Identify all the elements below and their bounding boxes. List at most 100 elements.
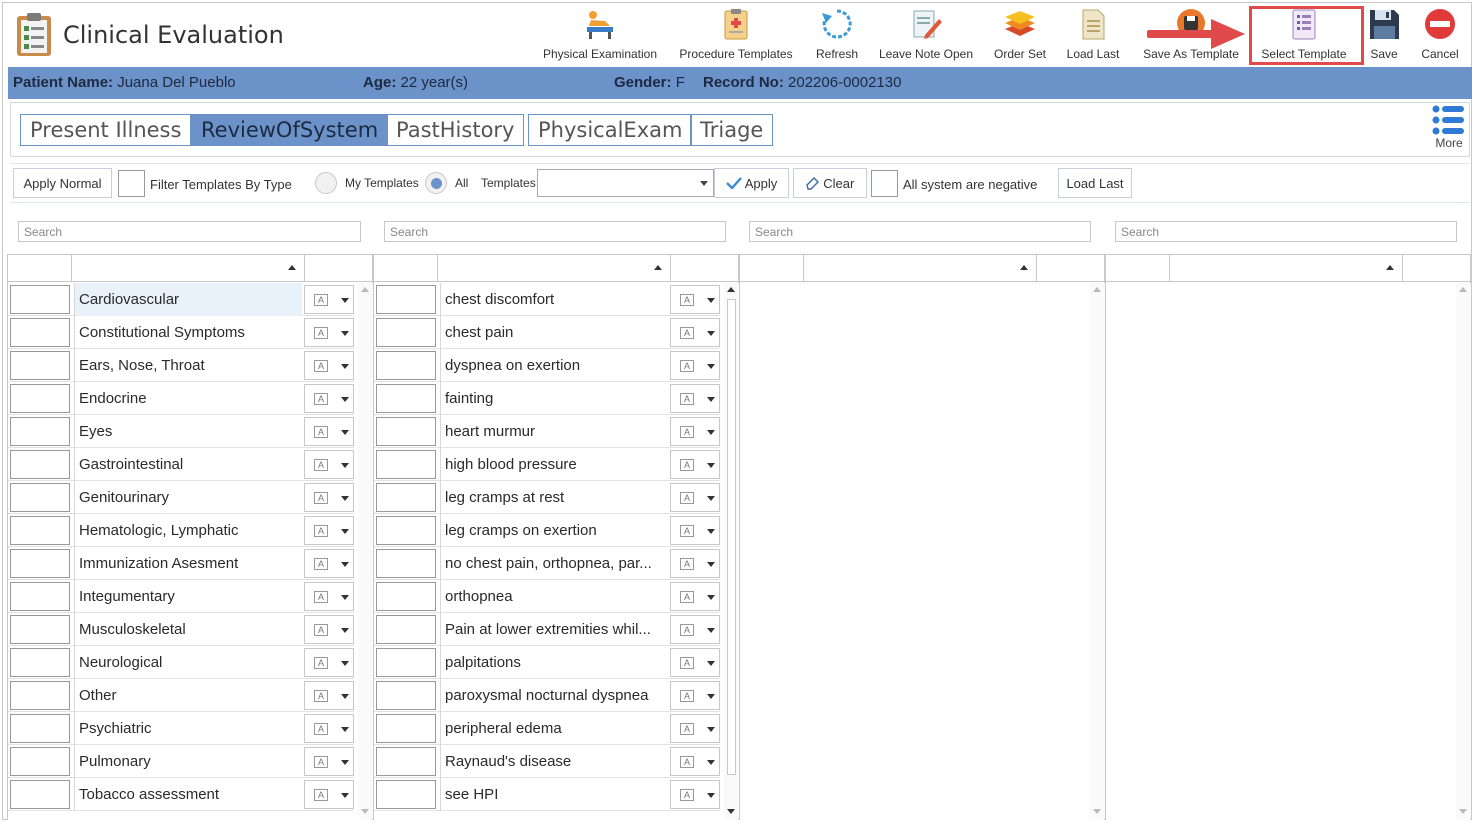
- apply-normal-button[interactable]: Apply Normal: [13, 168, 112, 198]
- chevron-down-icon[interactable]: [707, 793, 715, 798]
- row-checkbox[interactable]: [10, 549, 70, 578]
- row-text-dropdown[interactable]: A: [304, 582, 354, 611]
- table-row[interactable]: palpitations A: [374, 646, 720, 679]
- row-text-dropdown[interactable]: A: [304, 351, 354, 380]
- row-checkbox[interactable]: [376, 483, 436, 512]
- row-text-dropdown[interactable]: A: [304, 780, 354, 809]
- row-text-dropdown[interactable]: A: [670, 417, 720, 446]
- chevron-down-icon[interactable]: [707, 463, 715, 468]
- leave-note-open-button[interactable]: Leave Note Open: [875, 7, 977, 63]
- table-row[interactable]: heart murmur A: [374, 415, 720, 448]
- row-label[interactable]: Other: [74, 679, 302, 712]
- procedure-templates-button[interactable]: Procedure Templates: [677, 7, 795, 63]
- chevron-down-icon[interactable]: [341, 298, 349, 303]
- chevron-down-icon[interactable]: [341, 694, 349, 699]
- row-text-dropdown[interactable]: A: [304, 681, 354, 710]
- row-label[interactable]: no chest pain, orthopnea, par...: [440, 547, 668, 580]
- row-checkbox[interactable]: [10, 681, 70, 710]
- row-text-dropdown[interactable]: A: [304, 483, 354, 512]
- chevron-down-icon[interactable]: [341, 727, 349, 732]
- row-label[interactable]: Pain at lower extremities whil...: [440, 613, 668, 646]
- row-text-dropdown[interactable]: A: [304, 648, 354, 677]
- row-checkbox[interactable]: [376, 582, 436, 611]
- chevron-down-icon[interactable]: [341, 562, 349, 567]
- table-row[interactable]: orthopnea A: [374, 580, 720, 613]
- chevron-down-icon[interactable]: [707, 364, 715, 369]
- row-checkbox[interactable]: [376, 615, 436, 644]
- chevron-down-icon[interactable]: [341, 331, 349, 336]
- scroll-down-icon[interactable]: [1459, 809, 1467, 814]
- details-scrollbar[interactable]: [1090, 283, 1105, 819]
- table-row[interactable]: chest discomfort A: [374, 283, 720, 316]
- systems-scrollbar[interactable]: [358, 283, 373, 819]
- cancel-button[interactable]: Cancel: [1415, 7, 1465, 63]
- chevron-down-icon[interactable]: [341, 430, 349, 435]
- all-templates-radio[interactable]: [425, 172, 447, 194]
- table-row[interactable]: Genitourinary A: [8, 481, 354, 514]
- table-row[interactable]: Neurological A: [8, 646, 354, 679]
- row-checkbox[interactable]: [376, 384, 436, 413]
- symptoms-scrollbar[interactable]: [724, 283, 739, 819]
- row-label[interactable]: fainting: [440, 382, 668, 415]
- apply-button[interactable]: Apply: [714, 168, 789, 198]
- physical-examination-button[interactable]: Physical Examination: [541, 7, 659, 63]
- row-checkbox[interactable]: [376, 285, 436, 314]
- scroll-up-icon[interactable]: [1459, 287, 1467, 292]
- save-button[interactable]: Save: [1365, 7, 1403, 63]
- row-label[interactable]: peripheral edema: [440, 712, 668, 745]
- notes-scrollbar[interactable]: [1456, 283, 1471, 819]
- chevron-down-icon[interactable]: [341, 364, 349, 369]
- row-text-dropdown[interactable]: A: [304, 549, 354, 578]
- row-label[interactable]: palpitations: [440, 646, 668, 679]
- table-row[interactable]: Hematologic, Lymphatic A: [8, 514, 354, 547]
- chevron-down-icon[interactable]: [707, 628, 715, 633]
- table-row[interactable]: chest pain A: [374, 316, 720, 349]
- chevron-down-icon[interactable]: [707, 529, 715, 534]
- row-checkbox[interactable]: [376, 450, 436, 479]
- table-row[interactable]: peripheral edema A: [374, 712, 720, 745]
- row-checkbox[interactable]: [376, 351, 436, 380]
- row-label[interactable]: Musculoskeletal: [74, 613, 302, 646]
- table-row[interactable]: Integumentary A: [8, 580, 354, 613]
- chevron-down-icon[interactable]: [341, 496, 349, 501]
- tab-triage[interactable]: Triage: [690, 114, 774, 146]
- row-checkbox[interactable]: [376, 318, 436, 347]
- row-text-dropdown[interactable]: A: [304, 450, 354, 479]
- scroll-down-icon[interactable]: [1093, 809, 1101, 814]
- scroll-up-icon[interactable]: [361, 287, 369, 292]
- chevron-down-icon[interactable]: [341, 661, 349, 666]
- row-text-dropdown[interactable]: A: [304, 384, 354, 413]
- scroll-up-icon[interactable]: [1093, 287, 1101, 292]
- chevron-down-icon[interactable]: [341, 529, 349, 534]
- tab-review-of-system[interactable]: ReviewOfSystem: [191, 114, 389, 146]
- table-row[interactable]: see HPI A: [374, 778, 720, 811]
- table-row[interactable]: high blood pressure A: [374, 448, 720, 481]
- row-text-dropdown[interactable]: A: [670, 516, 720, 545]
- row-text-dropdown[interactable]: A: [670, 582, 720, 611]
- sort-ascending-icon[interactable]: [1020, 265, 1028, 270]
- scroll-up-icon[interactable]: [727, 287, 735, 292]
- row-text-dropdown[interactable]: A: [670, 351, 720, 380]
- sort-ascending-icon[interactable]: [654, 265, 662, 270]
- row-label[interactable]: chest discomfort: [440, 283, 668, 316]
- chevron-down-icon[interactable]: [341, 595, 349, 600]
- row-checkbox[interactable]: [10, 285, 70, 314]
- row-label[interactable]: Ears, Nose, Throat: [74, 349, 302, 382]
- chevron-down-icon[interactable]: [341, 397, 349, 402]
- chevron-down-icon[interactable]: [707, 298, 715, 303]
- table-row[interactable]: Psychiatric A: [8, 712, 354, 745]
- row-text-dropdown[interactable]: A: [670, 384, 720, 413]
- row-label[interactable]: paroxysmal nocturnal dyspnea: [440, 679, 668, 712]
- row-text-dropdown[interactable]: A: [670, 648, 720, 677]
- table-row[interactable]: no chest pain, orthopnea, par... A: [374, 547, 720, 580]
- row-label[interactable]: high blood pressure: [440, 448, 668, 481]
- row-checkbox[interactable]: [10, 483, 70, 512]
- table-row[interactable]: paroxysmal nocturnal dyspnea A: [374, 679, 720, 712]
- chevron-down-icon[interactable]: [707, 496, 715, 501]
- row-label[interactable]: Endocrine: [74, 382, 302, 415]
- row-label[interactable]: Genitourinary: [74, 481, 302, 514]
- symptoms-search-input[interactable]: Search: [384, 221, 726, 242]
- row-checkbox[interactable]: [10, 351, 70, 380]
- row-checkbox[interactable]: [376, 747, 436, 776]
- scroll-down-icon[interactable]: [361, 809, 369, 814]
